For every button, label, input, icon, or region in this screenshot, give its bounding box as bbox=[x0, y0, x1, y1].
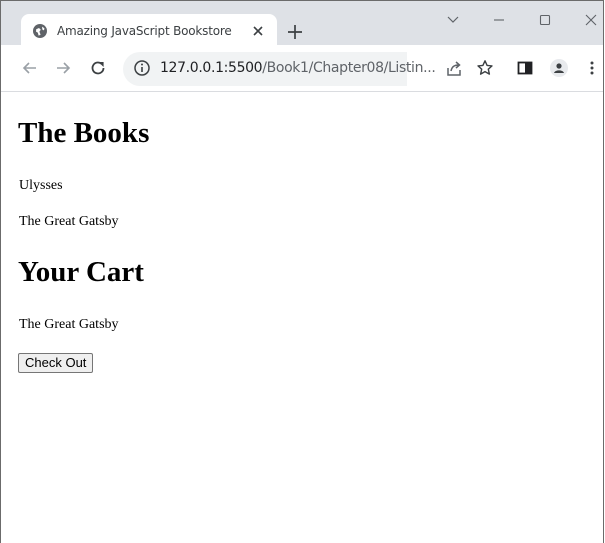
cart-item-great-gatsby: The Great Gatsby bbox=[19, 317, 119, 332]
page-content: The Books Ulysses The Great Gatsby Your … bbox=[1, 92, 603, 543]
url-host: 127.0.0.1:5500 bbox=[160, 60, 263, 76]
check-out-button[interactable]: Check Out bbox=[18, 353, 94, 373]
maximize-icon[interactable] bbox=[534, 9, 556, 31]
cart-heading: Your Cart bbox=[18, 256, 144, 288]
url-path: /Book1/Chapter08/Listin... bbox=[262, 60, 436, 76]
minimize-icon[interactable] bbox=[488, 9, 510, 31]
plus-icon[interactable] bbox=[285, 22, 305, 42]
url-text[interactable]: 127.0.0.1:5500/Book1/Chapter08/Listin... bbox=[160, 60, 436, 76]
book-item-ulysses: Ulysses bbox=[19, 178, 63, 193]
arrow-left-icon[interactable] bbox=[21, 59, 39, 77]
tab-title: Amazing JavaScript Bookstore bbox=[57, 24, 232, 38]
chevron-down-icon[interactable] bbox=[442, 9, 464, 31]
book-item-great-gatsby: The Great Gatsby bbox=[19, 214, 119, 229]
tab-strip: Amazing JavaScript Bookstore bbox=[1, 1, 603, 50]
close-icon[interactable] bbox=[250, 23, 266, 39]
info-icon[interactable] bbox=[133, 59, 151, 77]
reload-icon[interactable] bbox=[89, 59, 107, 77]
arrow-right-icon[interactable] bbox=[54, 59, 72, 77]
kebab-menu-icon[interactable] bbox=[587, 59, 597, 77]
side-panel-icon[interactable] bbox=[516, 59, 534, 77]
globe-icon bbox=[33, 24, 47, 38]
profile-icon[interactable] bbox=[550, 59, 568, 77]
close-window-icon[interactable] bbox=[580, 9, 602, 31]
star-icon[interactable] bbox=[476, 59, 494, 77]
browser-window: Amazing JavaScript Bookstore 127.0.0.1:5… bbox=[0, 0, 604, 543]
books-heading: The Books bbox=[18, 117, 150, 149]
share-icon[interactable] bbox=[445, 60, 463, 78]
